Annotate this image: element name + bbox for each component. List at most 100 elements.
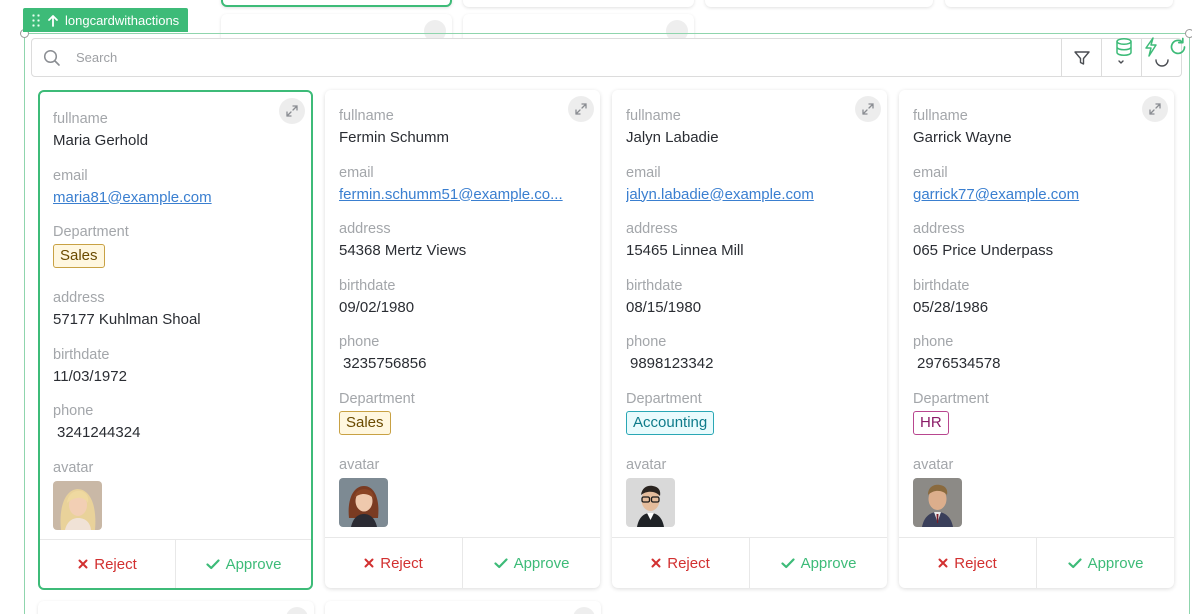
field-label: birthdate xyxy=(53,346,110,363)
email-link[interactable]: maria81@example.com xyxy=(53,187,298,209)
close-icon xyxy=(78,559,88,569)
field-email: email fermin.schumm51@example.co... xyxy=(339,164,586,221)
department-badge: HR xyxy=(913,410,949,435)
record-card[interactable]: fullname Fermin Schumm email fermin.schu… xyxy=(325,90,600,588)
field-avatar: avatar xyxy=(339,456,586,527)
reject-label: Reject xyxy=(954,554,997,572)
background-card xyxy=(945,0,1173,7)
field-label: email xyxy=(339,164,374,181)
email-link[interactable]: garrick77@example.com xyxy=(913,184,1160,206)
field-label: phone xyxy=(339,334,380,350)
field-address: address 15465 Linnea Mill xyxy=(626,220,873,277)
avatar-image xyxy=(913,477,962,527)
reject-label: Reject xyxy=(94,555,137,573)
field-label: email xyxy=(53,167,88,184)
expand-icon xyxy=(1149,103,1161,115)
expand-icon xyxy=(862,103,874,115)
field-label: Department xyxy=(626,390,702,407)
record-card[interactable]: fullname Maria Gerhold email maria81@exa… xyxy=(38,90,313,590)
field-address: address 54368 Mertz Views xyxy=(339,220,586,277)
approve-label: Approve xyxy=(1087,554,1144,572)
field-avatar: avatar xyxy=(913,456,1160,527)
field-email: email jalyn.labadie@example.com xyxy=(626,164,873,221)
close-icon xyxy=(938,558,948,568)
department-badge: Sales xyxy=(53,244,105,268)
approve-button[interactable]: Approve xyxy=(750,538,887,588)
approve-label: Approve xyxy=(513,554,570,572)
filter-button[interactable] xyxy=(1061,39,1101,76)
field-fullname: fullname Fermin Schumm xyxy=(339,107,586,164)
record-card[interactable]: fullname Jalyn Labadie email jalyn.labad… xyxy=(612,90,887,588)
field-label: avatar xyxy=(339,456,380,473)
email-link[interactable]: fermin.schumm51@example.co... xyxy=(339,184,586,206)
field-phone: phone 3235756856 xyxy=(339,333,586,390)
approve-label: Approve xyxy=(800,554,857,572)
canvas: longcardwithactions fullname Maria Ge xyxy=(0,0,1192,614)
approve-button[interactable]: Approve xyxy=(1037,538,1174,588)
field-address: address 065 Price Underpass xyxy=(913,220,1160,277)
fullname-value: Maria Gerhold xyxy=(53,132,149,149)
field-fullname: fullname Jalyn Labadie xyxy=(626,107,873,164)
field-phone: phone 9898123342 xyxy=(626,333,873,390)
field-department: Department HR xyxy=(913,390,1160,456)
refresh-icon[interactable] xyxy=(1168,37,1188,57)
search-icon xyxy=(32,49,72,67)
field-label: Department xyxy=(53,224,129,240)
phone-value: 2976534578 xyxy=(917,355,1001,372)
status-icons xyxy=(1114,37,1188,57)
background-card xyxy=(463,0,694,7)
field-label: avatar xyxy=(53,459,94,476)
expand-button[interactable] xyxy=(1142,96,1168,122)
field-fullname: fullname Garrick Wayne xyxy=(913,107,1160,164)
reject-button[interactable]: Reject xyxy=(612,538,750,588)
birthdate-value: 08/15/1980 xyxy=(626,298,702,316)
filter-icon xyxy=(1073,50,1090,65)
email-link[interactable]: jalyn.labadie@example.com xyxy=(626,184,873,206)
avatar-image xyxy=(339,477,388,527)
card-actions: Reject Approve xyxy=(40,539,311,588)
reject-button[interactable]: Reject xyxy=(40,540,176,588)
card-actions: Reject Approve xyxy=(899,537,1174,588)
field-label: address xyxy=(53,290,105,306)
reject-button[interactable]: Reject xyxy=(899,538,1037,588)
field-address: address 57177 Kuhlman Shoal xyxy=(53,289,298,346)
check-icon xyxy=(780,557,795,568)
field-label: birthdate xyxy=(339,277,396,294)
approve-label: Approve xyxy=(225,555,282,573)
field-email: email maria81@example.com xyxy=(53,167,298,224)
approve-button[interactable]: Approve xyxy=(176,540,311,588)
reject-label: Reject xyxy=(380,554,423,572)
expand-button[interactable] xyxy=(279,98,305,124)
field-avatar: avatar xyxy=(53,459,298,530)
expand-button[interactable] xyxy=(568,96,594,122)
birthdate-value: 09/02/1980 xyxy=(339,298,415,316)
background-card xyxy=(705,0,933,7)
address-value: 54368 Mertz Views xyxy=(339,242,467,259)
field-phone: phone 2976534578 xyxy=(913,333,1160,390)
record-card[interactable]: fullname Garrick Wayne email garrick77@e… xyxy=(899,90,1174,588)
field-department: Department Accounting xyxy=(626,390,873,456)
approve-button[interactable]: Approve xyxy=(463,538,600,588)
component-tag[interactable]: longcardwithactions xyxy=(23,8,189,32)
search-bar xyxy=(31,38,1182,77)
arrow-up-icon xyxy=(48,14,58,27)
drag-handle-icon[interactable] xyxy=(31,13,41,27)
field-label: phone xyxy=(626,334,667,350)
phone-value: 9898123342 xyxy=(630,355,714,372)
lightning-icon[interactable] xyxy=(1143,37,1159,57)
field-label: fullname xyxy=(53,111,108,127)
search-input[interactable] xyxy=(72,39,1061,76)
department-badge: Accounting xyxy=(626,410,715,435)
fullname-value: Garrick Wayne xyxy=(913,129,1012,146)
database-icon[interactable] xyxy=(1114,37,1134,57)
reject-button[interactable]: Reject xyxy=(325,538,463,588)
field-department: Department Sales xyxy=(53,223,298,289)
field-label: fullname xyxy=(339,108,394,124)
expand-icon xyxy=(575,103,587,115)
expand-icon xyxy=(286,105,298,117)
field-label: address xyxy=(339,221,391,237)
field-avatar: avatar xyxy=(626,456,873,527)
field-label: phone xyxy=(53,403,94,419)
expand-button[interactable] xyxy=(855,96,881,122)
field-label: email xyxy=(626,164,661,181)
